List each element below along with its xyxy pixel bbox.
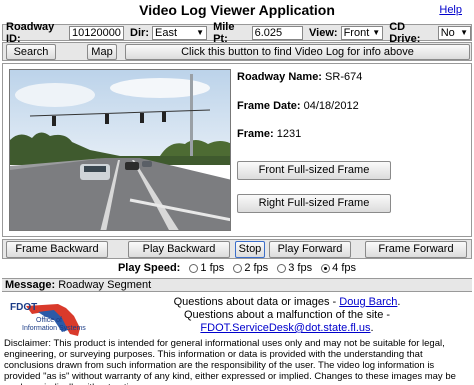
view-select-value: Front: [343, 26, 370, 39]
search-button[interactable]: Search: [6, 44, 56, 60]
frame-backward-button[interactable]: Frame Backward: [6, 241, 108, 258]
cd-drive-label: CD Drive:: [389, 20, 421, 45]
message-bar: Message: Roadway Segment: [2, 278, 472, 292]
find-video-log-button[interactable]: Click this button to find Video Log for …: [125, 44, 470, 60]
disclaimer-text: Disclaimer: This product is intended for…: [4, 338, 456, 385]
message-value: Roadway Segment: [58, 279, 152, 291]
road-scene-image: [10, 70, 230, 230]
contact-line-3: FDOT.ServiceDesk@dot.state.fl.us.: [102, 322, 472, 335]
view-label: View:: [309, 26, 338, 39]
footer: FDOT Office of Information Systems Quest…: [2, 294, 472, 338]
logo-dept-line2: Information Systems: [22, 325, 86, 332]
frame-date-label: Frame Date:: [237, 100, 301, 112]
roadway-id-input[interactable]: 10120000: [68, 25, 125, 40]
mile-pt-label: Mile Pt:: [213, 20, 235, 45]
message-label: Message:: [5, 279, 56, 291]
right-full-frame-button[interactable]: Right Full-sized Frame: [237, 194, 391, 213]
frame-number-row: Frame: 1231: [237, 128, 301, 140]
play-speed-label: Play Speed:: [117, 262, 181, 274]
contact-line-1-suffix: .: [397, 296, 401, 308]
contact-line-1: Questions about data or images - Doug Ba…: [102, 296, 472, 309]
dir-select[interactable]: East ▼: [152, 25, 208, 40]
query-row: Roadway ID: 10120000 Dir: East ▼ Mile Pt…: [2, 21, 472, 45]
cd-drive-select[interactable]: No ▼: [437, 25, 471, 40]
chevron-down-icon: ▼: [372, 27, 381, 37]
play-backward-button[interactable]: Play Backward: [128, 241, 230, 258]
frame-forward-button[interactable]: Frame Forward: [365, 241, 467, 258]
map-button[interactable]: Map: [87, 44, 117, 60]
doug-barch-link[interactable]: Doug Barch: [339, 296, 397, 308]
view-select[interactable]: Front ▼: [340, 25, 384, 40]
speed-option-2: 2 fps: [244, 262, 269, 274]
roadway-id-label: Roadway ID:: [6, 20, 55, 45]
title-bar: Video Log Viewer Application Help: [0, 0, 474, 22]
roadway-name-row: Roadway Name: SR-674: [237, 71, 362, 83]
frame-panel: Roadway Name: SR-674 Frame Date: 04/18/2…: [2, 63, 472, 237]
frame-label: Frame:: [237, 128, 274, 140]
chevron-down-icon: ▼: [196, 27, 205, 37]
front-full-frame-button[interactable]: Front Full-sized Frame: [237, 161, 391, 180]
play-forward-button[interactable]: Play Forward: [269, 241, 351, 258]
cd-drive-select-value: No: [440, 26, 455, 39]
action-row: Search Map Click this button to find Vid…: [2, 42, 472, 61]
speed-radio-4[interactable]: [321, 263, 331, 273]
roadway-name-value: SR-674: [325, 71, 363, 83]
dir-select-value: East: [155, 26, 178, 39]
speed-radio-1[interactable]: [189, 263, 199, 273]
speed-option-3: 3 fps: [288, 262, 313, 274]
frame-date-row: Frame Date: 04/18/2012: [237, 100, 359, 112]
mile-pt-input[interactable]: 6.025: [251, 25, 304, 40]
play-speed-row: Play Speed: 1 fps 2 fps 3 fps 4 fps: [0, 262, 474, 278]
speed-option-1: 1 fps: [200, 262, 225, 274]
chevron-down-icon: ▼: [460, 27, 468, 37]
frame-value: 1231: [276, 128, 302, 140]
roadway-name-label: Roadway Name:: [237, 71, 322, 83]
speed-option-4: 4 fps: [332, 262, 357, 274]
speed-radio-2[interactable]: [233, 263, 243, 273]
dir-label: Dir:: [130, 26, 149, 39]
frame-date-value: 04/18/2012: [303, 100, 359, 112]
contact-info: Questions about data or images - Doug Ba…: [102, 296, 472, 335]
contact-line-3-suffix: .: [370, 322, 374, 334]
help-link[interactable]: Help: [439, 4, 462, 16]
florida-map-icon: FDOT Office of Information Systems: [10, 302, 86, 336]
contact-line-1-text: Questions about data or images -: [173, 296, 340, 308]
fdot-logo: FDOT Office of Information Systems: [8, 296, 98, 338]
logo-brand: FDOT: [10, 302, 37, 313]
page-title: Video Log Viewer Application: [139, 2, 335, 18]
playback-controls: Frame Backward Play Backward Stop Play F…: [2, 239, 472, 259]
stop-button[interactable]: Stop: [235, 241, 265, 258]
logo-dept-line1: Office of: [36, 317, 62, 324]
video-frame-image: [9, 69, 231, 231]
speed-radio-3[interactable]: [277, 263, 287, 273]
service-desk-link[interactable]: FDOT.ServiceDesk@dot.state.fl.us: [200, 322, 370, 334]
contact-line-2: Questions about a malfunction of the sit…: [183, 309, 391, 321]
